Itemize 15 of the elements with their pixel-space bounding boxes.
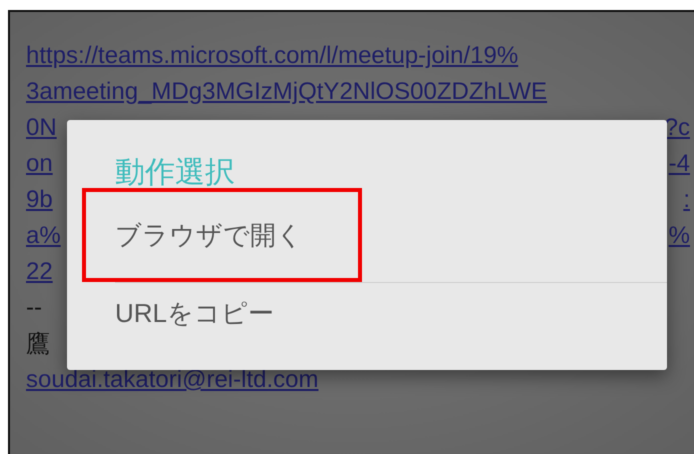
- link-text[interactable]: :: [683, 186, 690, 214]
- link-text[interactable]: -4: [668, 150, 690, 178]
- link-text[interactable]: soudai.takatori@rei-ltd.com: [26, 366, 318, 394]
- link-text[interactable]: on: [26, 150, 53, 178]
- link-text[interactable]: https://teams.microsoft.com/l/meetup-join/19%: [26, 42, 518, 70]
- link-text[interactable]: a%: [26, 222, 61, 250]
- message-text: 鷹: [26, 330, 50, 360]
- link-text[interactable]: 9b: [26, 186, 53, 214]
- link-text[interactable]: 22: [26, 258, 53, 286]
- dialog-title: 動作選択: [114, 155, 236, 191]
- link-text[interactable]: 3ameeting_MDg3MGIzMjQtY2NlOS00ZDZhLWE: [26, 78, 548, 106]
- menu-item[interactable]: ブラウザで開く: [82, 188, 362, 282]
- link-text[interactable]: %: [668, 222, 690, 250]
- link-text[interactable]: 0N: [26, 114, 57, 142]
- message-text: --: [26, 294, 42, 322]
